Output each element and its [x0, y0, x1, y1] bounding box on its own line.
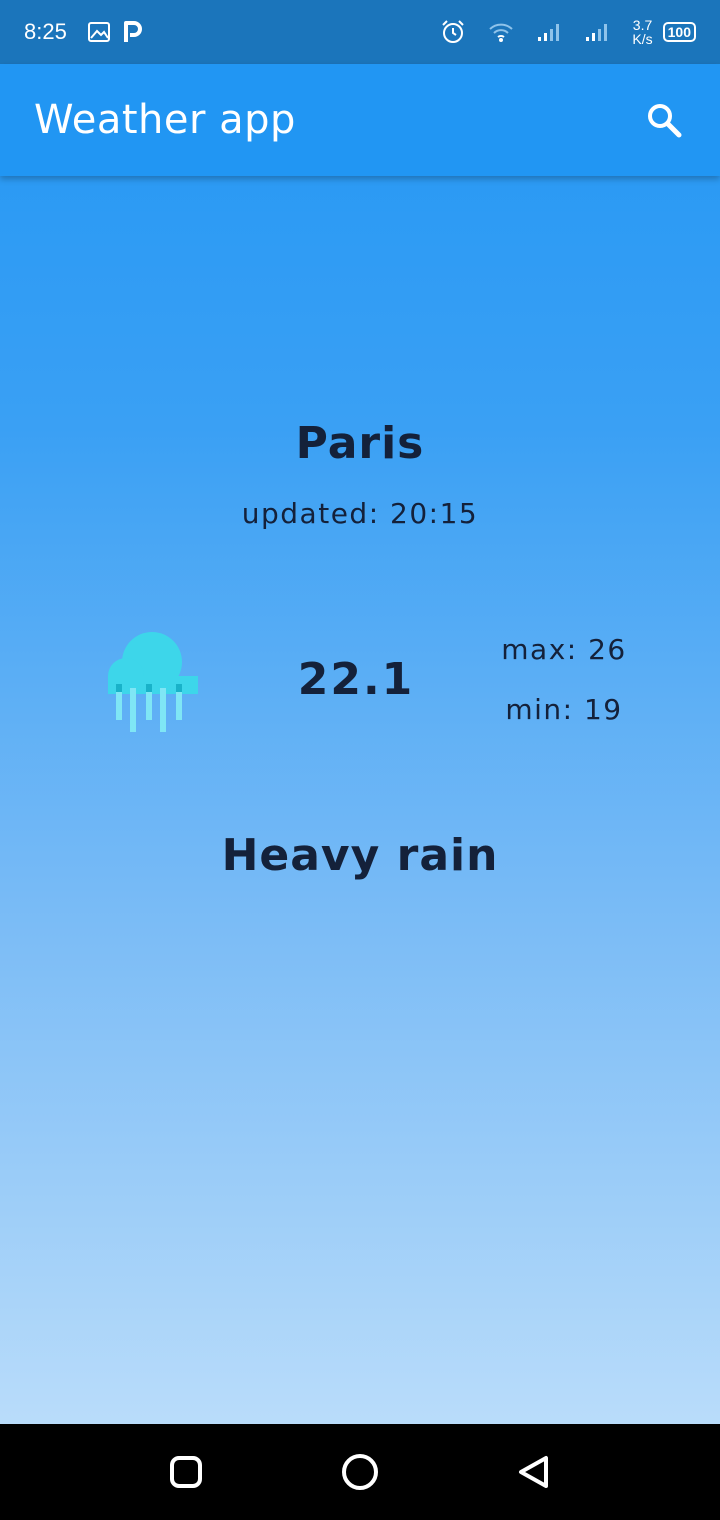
recents-icon: [170, 1456, 202, 1488]
status-time: 8:25: [24, 19, 67, 44]
alarm-icon: [440, 19, 466, 45]
app-bar: Weather app: [0, 64, 720, 176]
signal-icon: [584, 21, 610, 43]
back-button[interactable]: [514, 1452, 554, 1492]
city-name: Paris: [295, 418, 425, 469]
image-icon: [87, 21, 111, 43]
current-temperature: 22.1: [297, 654, 415, 705]
back-icon: [519, 1456, 548, 1488]
recents-button[interactable]: [166, 1452, 206, 1492]
weather-condition: Heavy rain: [221, 830, 499, 881]
wifi-icon: [488, 21, 514, 43]
network-speed: 3.7 K/s: [632, 18, 652, 46]
signal-icon: [536, 21, 562, 43]
battery-indicator: 100: [662, 22, 696, 42]
home-button[interactable]: [340, 1452, 380, 1492]
navigation-bar: [0, 1424, 720, 1520]
status-bar: 8:25 3.7 K/s 100: [0, 0, 720, 64]
min-temperature: min: 19: [505, 693, 623, 726]
search-icon: [648, 104, 682, 138]
heavy-rain-icon: [104, 628, 204, 738]
search-button[interactable]: [642, 98, 686, 142]
network-speed-unit: K/s: [632, 31, 653, 47]
max-temperature: max: 26: [501, 633, 627, 666]
updated-time: updated: 20:15: [241, 497, 479, 530]
p-app-icon: [123, 20, 143, 44]
app-title: Weather app: [34, 97, 296, 143]
home-icon: [342, 1454, 378, 1490]
